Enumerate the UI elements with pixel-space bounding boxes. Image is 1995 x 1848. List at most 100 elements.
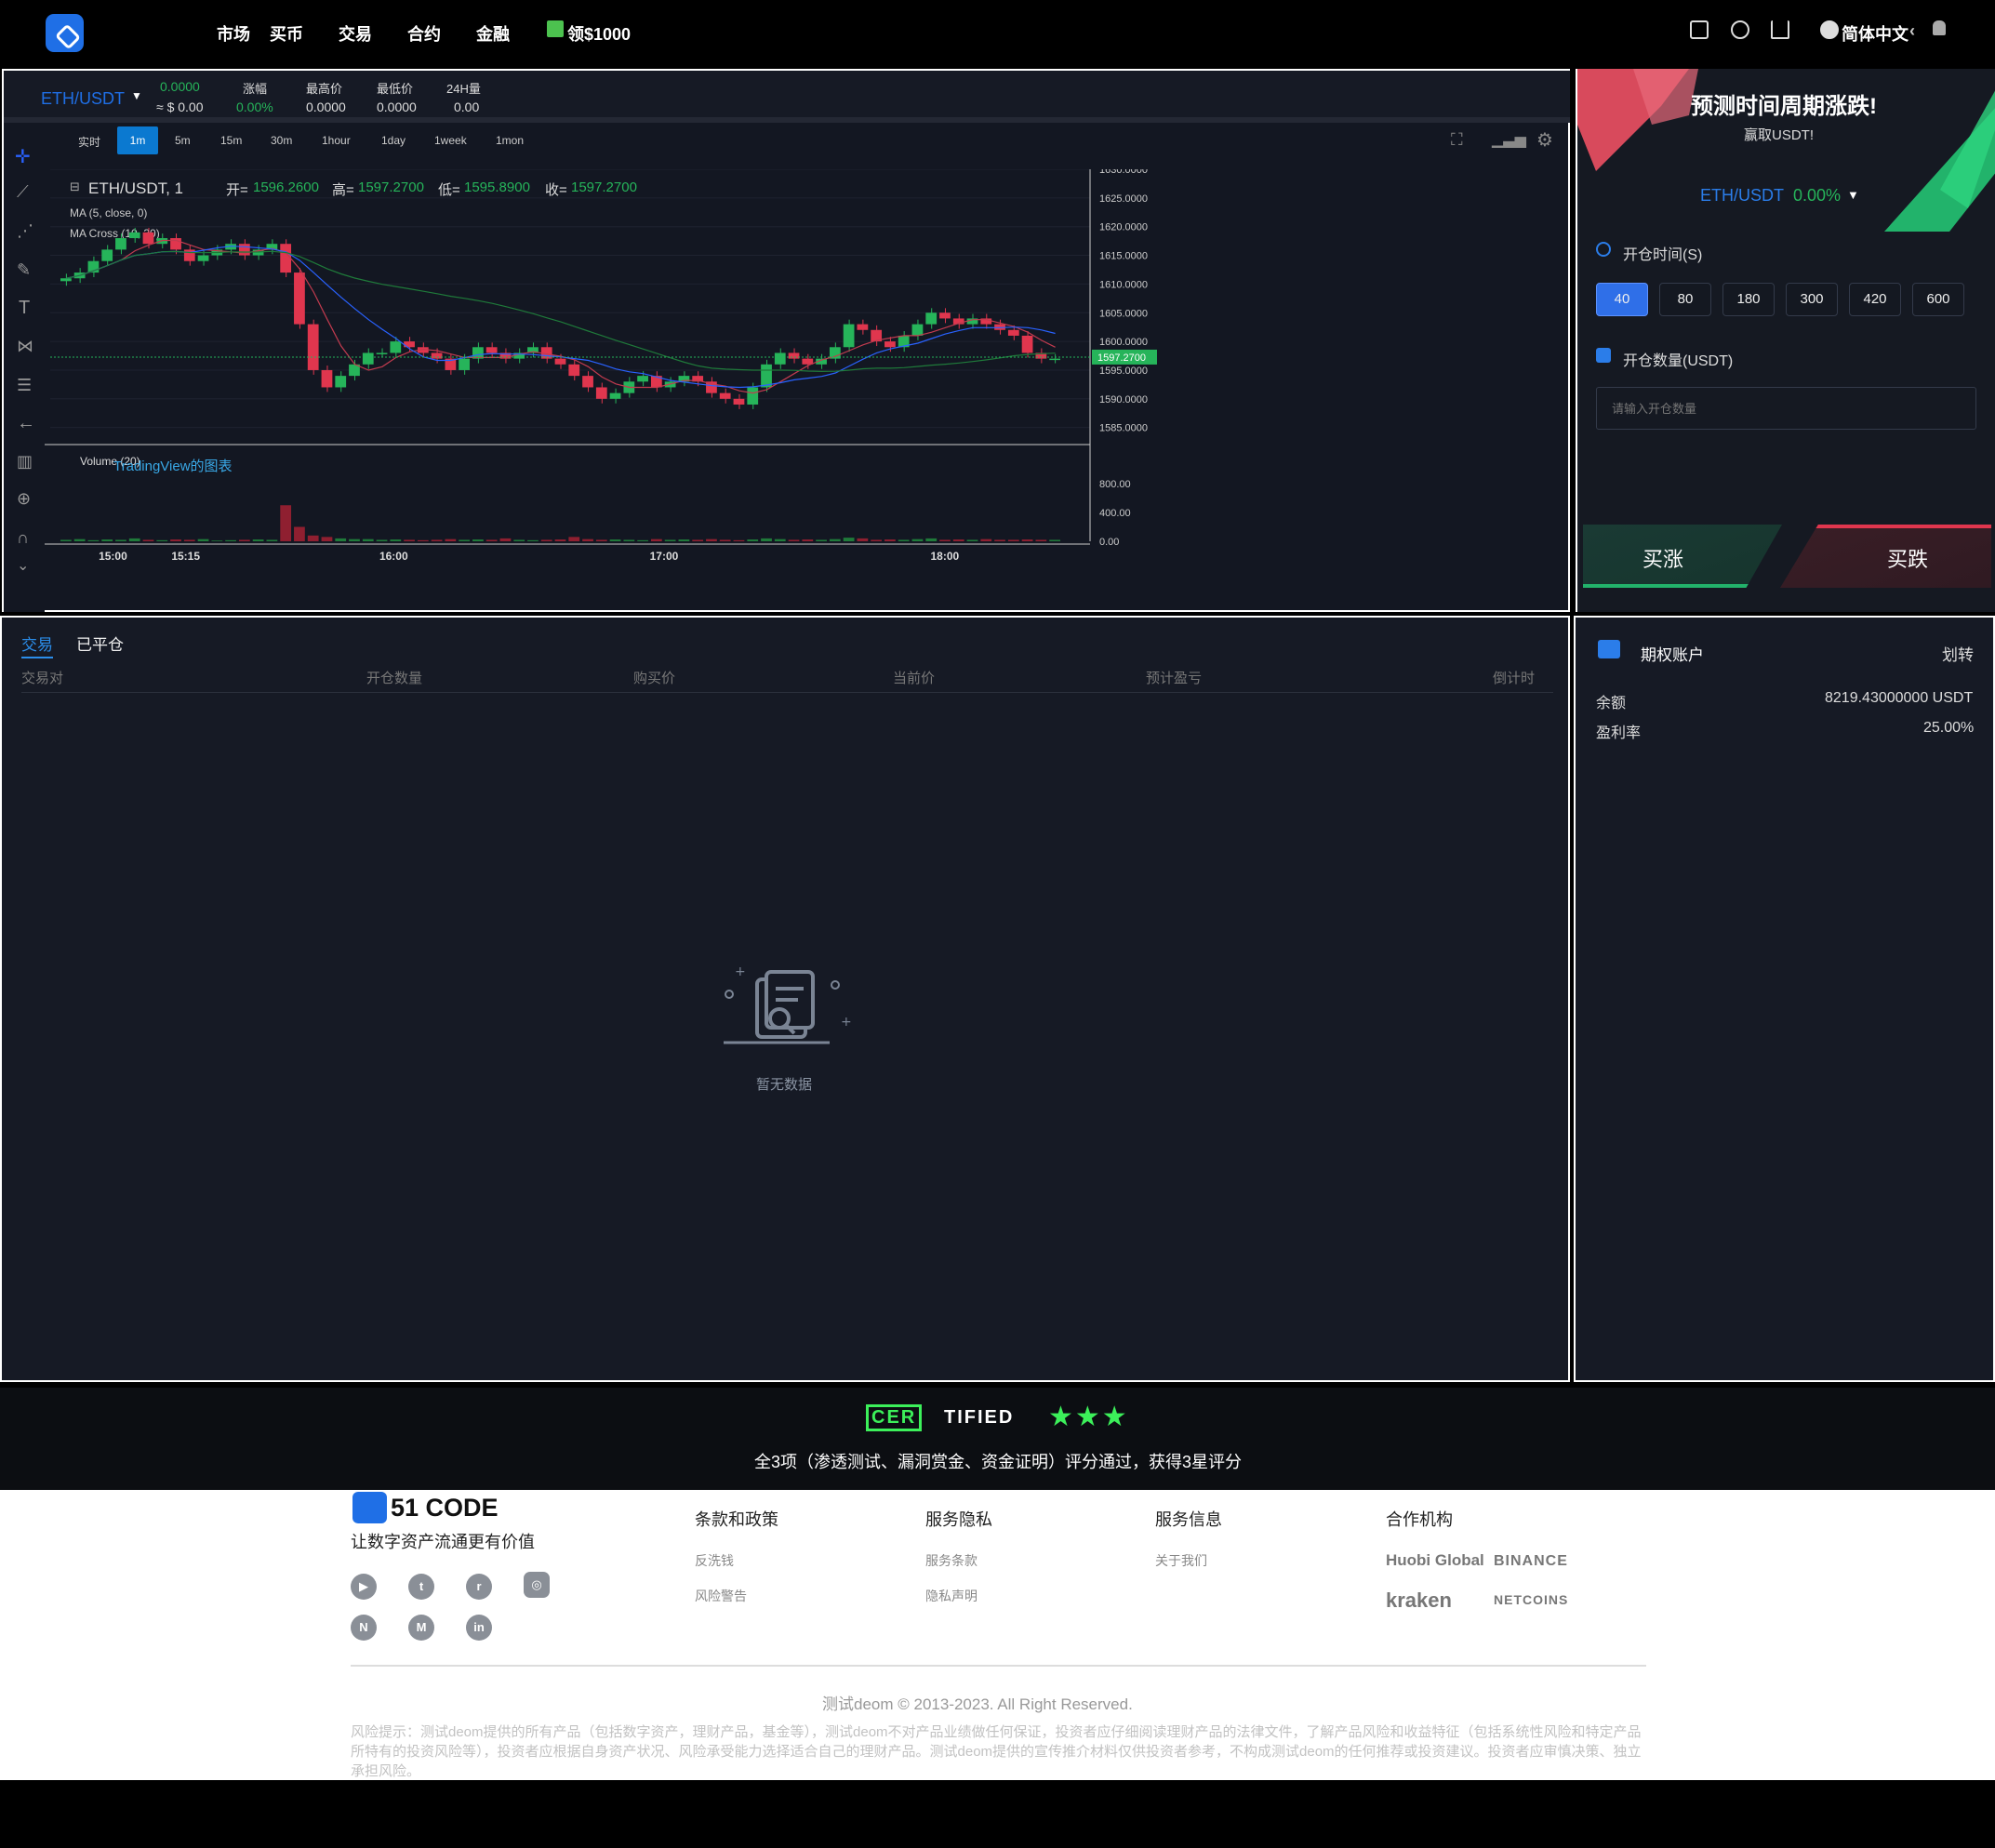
tf-1hour[interactable]: 1hour	[322, 134, 351, 147]
nav-buy-crypto[interactable]: 买币	[270, 21, 303, 46]
tf-30m[interactable]: 30m	[271, 134, 292, 147]
zoom-in-icon[interactable]: ⊕	[17, 489, 31, 509]
volume-bar	[349, 538, 360, 541]
volume-bar	[101, 539, 113, 541]
tab-closed[interactable]: 已平仓	[76, 632, 124, 655]
candle-body	[637, 376, 648, 382]
promo-pair[interactable]: ETH/USDT	[1700, 186, 1784, 206]
logo[interactable]	[46, 14, 84, 52]
candle-body	[280, 244, 292, 273]
tf-1m[interactable]: 1m	[117, 126, 158, 154]
tab-trade[interactable]: 交易	[21, 632, 53, 658]
volume-bar	[390, 539, 402, 541]
volume-bar	[156, 539, 168, 541]
indicators-icon[interactable]: ▁▃▅	[1492, 130, 1526, 149]
chevron-left-icon: ‹	[1909, 21, 1915, 40]
wallet-icon[interactable]	[1690, 20, 1709, 39]
volume-bar	[857, 538, 869, 541]
chevron-down-icon[interactable]: ⌄	[17, 556, 29, 575]
buy-down-button[interactable]	[1780, 525, 1991, 588]
low-value: 0.0000	[377, 100, 417, 114]
nav-finance[interactable]: 金融	[476, 21, 510, 46]
clock-icon	[1596, 242, 1611, 257]
buy-up-button[interactable]	[1583, 525, 1782, 588]
notion-icon[interactable]: N	[351, 1615, 377, 1641]
user-icon[interactable]	[1731, 20, 1749, 39]
duration-420-button[interactable]: 420	[1849, 283, 1901, 316]
globe-icon	[1820, 20, 1839, 39]
fib-icon[interactable]: ⋰	[17, 221, 33, 241]
tf-realtime[interactable]: 实时	[78, 134, 100, 150]
download-icon[interactable]	[1771, 20, 1789, 39]
fullscreen-icon[interactable]: ⛶	[1451, 130, 1463, 150]
open-qty-input[interactable]	[1596, 387, 1976, 430]
footer-link-risk[interactable]: 风险警告	[695, 1587, 747, 1605]
brush-icon[interactable]: ✎	[17, 260, 31, 280]
ruler-icon[interactable]: ▥	[17, 452, 33, 472]
youtube-icon[interactable]: ▶	[351, 1574, 377, 1600]
arrow-left-icon[interactable]: ←	[17, 413, 35, 434]
medium-icon[interactable]: M	[408, 1615, 434, 1641]
candle-body	[60, 278, 72, 282]
footer-link-about[interactable]: 关于我们	[1155, 1551, 1207, 1570]
pattern-icon[interactable]: ⋈	[17, 337, 33, 356]
bell-icon[interactable]	[1933, 20, 1946, 35]
language-selector[interactable]: 简体中文	[1842, 21, 1909, 46]
settings-gear-icon[interactable]: ⚙	[1536, 128, 1553, 152]
text-tool-icon[interactable]: T	[19, 298, 30, 319]
reddit-icon[interactable]: r	[466, 1574, 492, 1600]
footer-link-privacy[interactable]: 隐私声明	[925, 1587, 978, 1605]
price-chart[interactable]: 1630.0000 1625.0000 1620.0000 1615.0000 1610…	[45, 169, 1570, 612]
magnet-icon[interactable]: ∩	[17, 528, 29, 548]
volume-bar	[568, 537, 580, 541]
pair-selector[interactable]: ETH/USDT	[41, 89, 125, 109]
volume-bar	[650, 538, 662, 541]
tf-5m[interactable]: 5m	[175, 134, 191, 147]
ticker-price-usd: ≈ $ 0.00	[156, 100, 204, 114]
nav-contract[interactable]: 合约	[407, 21, 441, 46]
ma-line	[66, 250, 1056, 373]
tf-1week[interactable]: 1week	[434, 134, 467, 147]
volume-bar	[225, 539, 236, 541]
volume-bar	[417, 539, 429, 541]
nav-gift-link[interactable]: 领$1000	[567, 21, 631, 46]
volume-bar	[1035, 539, 1047, 541]
transfer-link[interactable]: 划转	[1942, 642, 1974, 665]
price-tick-label: 1615.0000	[1099, 251, 1148, 262]
nav-market[interactable]: 市场	[217, 21, 250, 46]
measure-icon[interactable]: ☰	[17, 376, 32, 395]
volume-bar	[788, 539, 800, 541]
tf-1day[interactable]: 1day	[381, 134, 406, 147]
trendline-icon[interactable]: ⟋	[17, 182, 29, 202]
duration-180-button[interactable]: 180	[1722, 283, 1775, 316]
duration-80-button[interactable]: 80	[1659, 283, 1711, 316]
linkedin-icon[interactable]: in	[466, 1615, 492, 1641]
footer-link-terms[interactable]: 服务条款	[925, 1551, 978, 1570]
svg-text:+: +	[841, 1015, 852, 1030]
tf-1mon[interactable]: 1mon	[496, 134, 524, 147]
duration-600-button[interactable]: 600	[1912, 283, 1964, 316]
caret-down-icon[interactable]: ▼	[1847, 188, 1859, 202]
volume-label: 24H量	[446, 82, 481, 96]
caret-down-icon[interactable]: ▼	[131, 89, 142, 102]
col-open-qty: 开仓数量	[366, 671, 423, 686]
footer-link-aml[interactable]: 反洗钱	[695, 1551, 734, 1570]
twitter-icon[interactable]: t	[408, 1574, 434, 1600]
instagram-icon[interactable]: ◎	[524, 1572, 550, 1598]
duration-300-button[interactable]: 300	[1786, 283, 1838, 316]
volume-bar	[472, 539, 484, 541]
duration-40-button[interactable]: 40	[1596, 283, 1648, 316]
volume-bar	[321, 537, 333, 541]
partner-binance: BINANCE	[1494, 1553, 1568, 1569]
time-tick-label: 15:15	[171, 550, 200, 563]
volume-bar	[362, 538, 374, 541]
candle-body	[101, 249, 113, 261]
volume-bar	[266, 539, 278, 541]
nav-trade[interactable]: 交易	[339, 21, 372, 46]
tf-15m[interactable]: 15m	[220, 134, 242, 147]
footer-slogan: 让数字资产流通更有价值	[351, 1533, 535, 1551]
crosshair-icon[interactable]: ✛	[15, 145, 31, 168]
volume-bar	[871, 539, 883, 541]
volume-bar	[513, 539, 525, 541]
price-tick-label: 1625.0000	[1099, 193, 1148, 205]
